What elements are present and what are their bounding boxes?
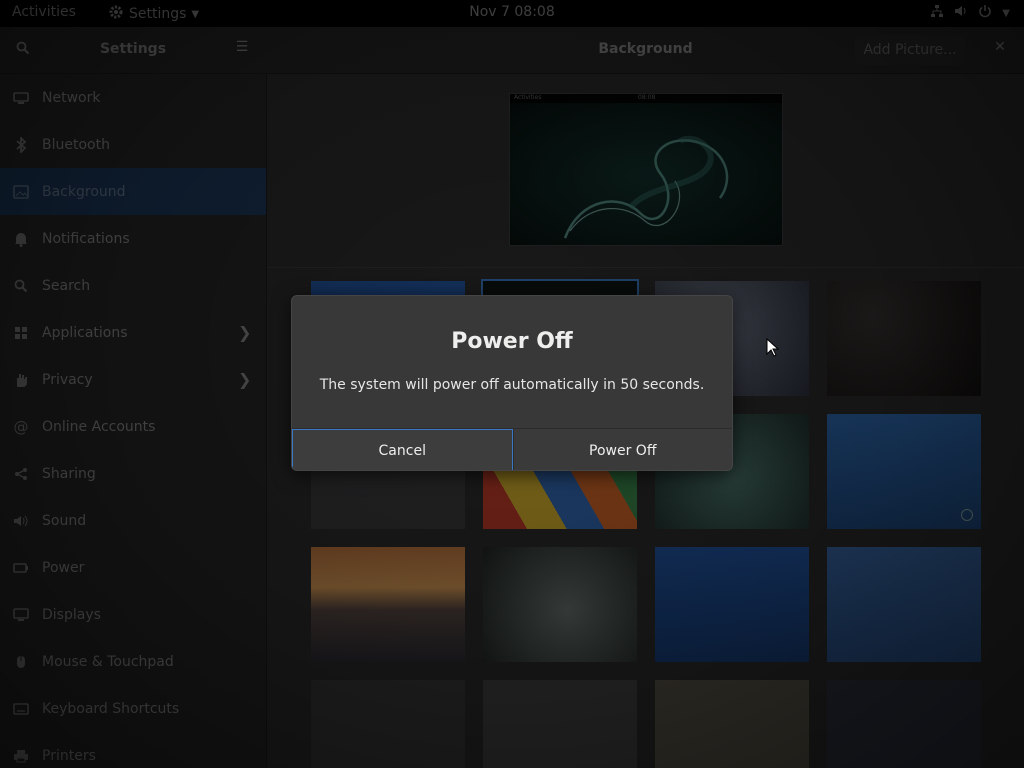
wallpaper-thumbnail[interactable] — [655, 680, 809, 768]
wallpaper-thumbnail[interactable] — [827, 680, 981, 768]
volume-icon — [954, 4, 968, 22]
preview-clock-label: 08:08 — [638, 94, 656, 101]
cancel-button[interactable]: Cancel — [292, 429, 513, 470]
printer-icon — [12, 747, 30, 765]
background-preview: Activities 08:08 — [509, 93, 783, 246]
wallpaper-thumbnail[interactable] — [655, 547, 809, 662]
apps-grid-icon — [12, 324, 30, 342]
sidebar-item-background[interactable]: Background — [0, 168, 266, 215]
bell-icon — [12, 230, 30, 248]
sidebar-item-search[interactable]: Search — [0, 262, 266, 309]
sidebar-item-online-accounts[interactable]: @ Online Accounts — [0, 403, 266, 450]
chevron-right-icon: ❯ — [238, 370, 252, 389]
add-picture-button[interactable]: Add Picture... — [855, 35, 965, 65]
sidebar-item-label: Power — [42, 559, 85, 576]
wallpaper-thumbnail[interactable] — [311, 680, 465, 768]
mouse-icon — [12, 653, 30, 671]
sidebar-item-sharing[interactable]: Sharing — [0, 450, 266, 497]
share-icon — [12, 465, 30, 483]
sidebar-item-label: Sharing — [42, 465, 96, 482]
sidebar-item-label: Network — [42, 89, 101, 106]
preview-topbar: Activities 08:08 — [510, 94, 782, 103]
sidebar-item-label: Privacy — [42, 371, 93, 388]
mouse-pointer-icon — [766, 337, 780, 362]
hamburger-menu-button[interactable]: ☰ — [230, 39, 254, 61]
chevron-down-icon: ▼ — [1002, 7, 1010, 19]
divider — [267, 267, 1024, 268]
sidebar-item-mouse-touchpad[interactable]: Mouse & Touchpad — [0, 638, 266, 685]
keyboard-icon — [12, 700, 30, 718]
power-off-dialog: Power Off The system will power off auto… — [291, 295, 733, 471]
battery-icon — [12, 559, 30, 577]
header-bar: Settings ☰ Background Add Picture... ✕ — [0, 27, 1024, 74]
sidebar-item-label: Background — [42, 183, 126, 200]
search-icon — [12, 277, 30, 295]
dialog-button-row: Cancel Power Off — [292, 428, 732, 470]
wallpaper-thumbnail[interactable] — [827, 547, 981, 662]
at-icon: @ — [13, 417, 29, 436]
wallpaper-thumbnail[interactable] — [311, 547, 465, 662]
top-bar: Activities Settings ▼ Nov 7 08:08 ▼ — [0, 0, 1024, 27]
bluetooth-icon — [12, 136, 30, 154]
speaker-icon — [12, 512, 30, 530]
sidebar-item-displays[interactable]: Displays — [0, 591, 266, 638]
hand-icon — [12, 371, 30, 389]
chevron-right-icon: ❯ — [238, 323, 252, 342]
sidebar-item-notifications[interactable]: Notifications — [0, 215, 266, 262]
clock-overlay-icon — [961, 509, 973, 521]
wallpaper-thumbnail[interactable] — [827, 281, 981, 396]
sidebar-item-applications[interactable]: Applications ❯ — [0, 309, 266, 356]
sidebar-item-label: Displays — [42, 606, 101, 623]
network-icon — [12, 89, 30, 107]
monitor-icon — [12, 606, 30, 624]
network-wired-icon — [930, 4, 944, 22]
sidebar-item-label: Applications — [42, 324, 128, 341]
sidebar-item-label: Keyboard Shortcuts — [42, 700, 180, 717]
sidebar-item-network[interactable]: Network — [0, 74, 266, 121]
smoke-wallpaper-image — [510, 103, 782, 245]
sidebar-item-bluetooth[interactable]: Bluetooth — [0, 121, 266, 168]
system-tray[interactable]: ▼ — [930, 4, 1010, 22]
sidebar-item-label: Notifications — [42, 230, 130, 247]
power-icon — [978, 4, 992, 22]
dialog-message: The system will power off automatically … — [319, 377, 705, 393]
close-button[interactable]: ✕ — [988, 39, 1012, 61]
wallpaper-thumbnail[interactable] — [483, 680, 637, 768]
sidebar-item-label: Printers — [42, 747, 96, 764]
sidebar-item-label: Sound — [42, 512, 87, 529]
sidebar-item-sound[interactable]: Sound — [0, 497, 266, 544]
sidebar-item-label: Mouse & Touchpad — [42, 653, 174, 670]
wallpaper-thumbnail[interactable] — [483, 547, 637, 662]
sidebar-item-printers[interactable]: Printers — [0, 732, 266, 768]
close-icon: ✕ — [994, 39, 1006, 55]
wallpaper-thumbnail[interactable] — [827, 414, 981, 529]
background-icon — [12, 183, 30, 201]
sidebar-item-privacy[interactable]: Privacy ❯ — [0, 356, 266, 403]
sidebar-item-label: Bluetooth — [42, 136, 110, 153]
sidebar-title: Settings — [99, 41, 167, 57]
clock[interactable]: Nov 7 08:08 — [0, 4, 1024, 20]
power-off-button[interactable]: Power Off — [512, 429, 732, 470]
sidebar-item-power[interactable]: Power — [0, 544, 266, 591]
sidebar: Network Bluetooth Background Notificatio… — [0, 74, 267, 768]
sidebar-item-label: Search — [42, 277, 91, 294]
sidebar-item-label: Online Accounts — [42, 418, 156, 435]
preview-activities-label: Activities — [514, 94, 542, 101]
sidebar-item-keyboard-shortcuts[interactable]: Keyboard Shortcuts — [0, 685, 266, 732]
dialog-title: Power Off — [451, 329, 573, 354]
hamburger-icon: ☰ — [235, 39, 249, 55]
